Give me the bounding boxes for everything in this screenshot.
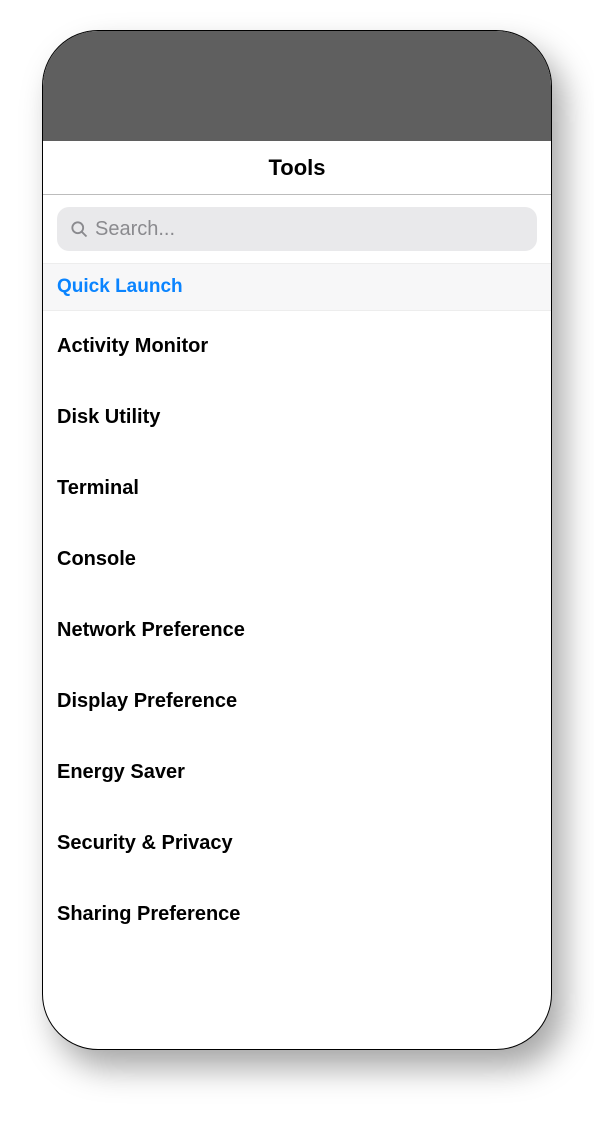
device-frame: Tools Quick Launch Activity Monitor Disk… bbox=[42, 30, 552, 1050]
list-item-disk-utility[interactable]: Disk Utility bbox=[43, 382, 551, 453]
list-item-activity-monitor[interactable]: Activity Monitor bbox=[43, 311, 551, 382]
status-bar bbox=[43, 31, 551, 141]
list-item-energy-saver[interactable]: Energy Saver bbox=[43, 737, 551, 808]
search-field[interactable] bbox=[57, 207, 537, 251]
list-item-label: Sharing Preference bbox=[57, 903, 537, 926]
list-item-label: Security & Privacy bbox=[57, 832, 537, 855]
section-header-title: Quick Launch bbox=[57, 276, 537, 298]
list-item-label: Energy Saver bbox=[57, 761, 537, 784]
list-item-console[interactable]: Console bbox=[43, 524, 551, 595]
list-item-label: Terminal bbox=[57, 477, 537, 500]
list-item-label: Activity Monitor bbox=[57, 335, 537, 358]
list-item-network-preference[interactable]: Network Preference bbox=[43, 595, 551, 666]
list-item-security-privacy[interactable]: Security & Privacy bbox=[43, 808, 551, 879]
list-item-label: Disk Utility bbox=[57, 406, 537, 429]
page-title: Tools bbox=[268, 155, 325, 181]
list-item-terminal[interactable]: Terminal bbox=[43, 453, 551, 524]
header-bar: Tools bbox=[43, 141, 551, 195]
tools-list: Activity Monitor Disk Utility Terminal C… bbox=[43, 311, 551, 950]
list-item-label: Display Preference bbox=[57, 690, 537, 713]
list-item-label: Console bbox=[57, 548, 537, 571]
section-header: Quick Launch bbox=[43, 263, 551, 311]
search-input[interactable] bbox=[95, 218, 525, 241]
list-item-label: Network Preference bbox=[57, 619, 537, 642]
search-icon bbox=[69, 219, 89, 239]
list-item-sharing-preference[interactable]: Sharing Preference bbox=[43, 879, 551, 950]
list-item-display-preference[interactable]: Display Preference bbox=[43, 666, 551, 737]
search-container bbox=[43, 195, 551, 263]
